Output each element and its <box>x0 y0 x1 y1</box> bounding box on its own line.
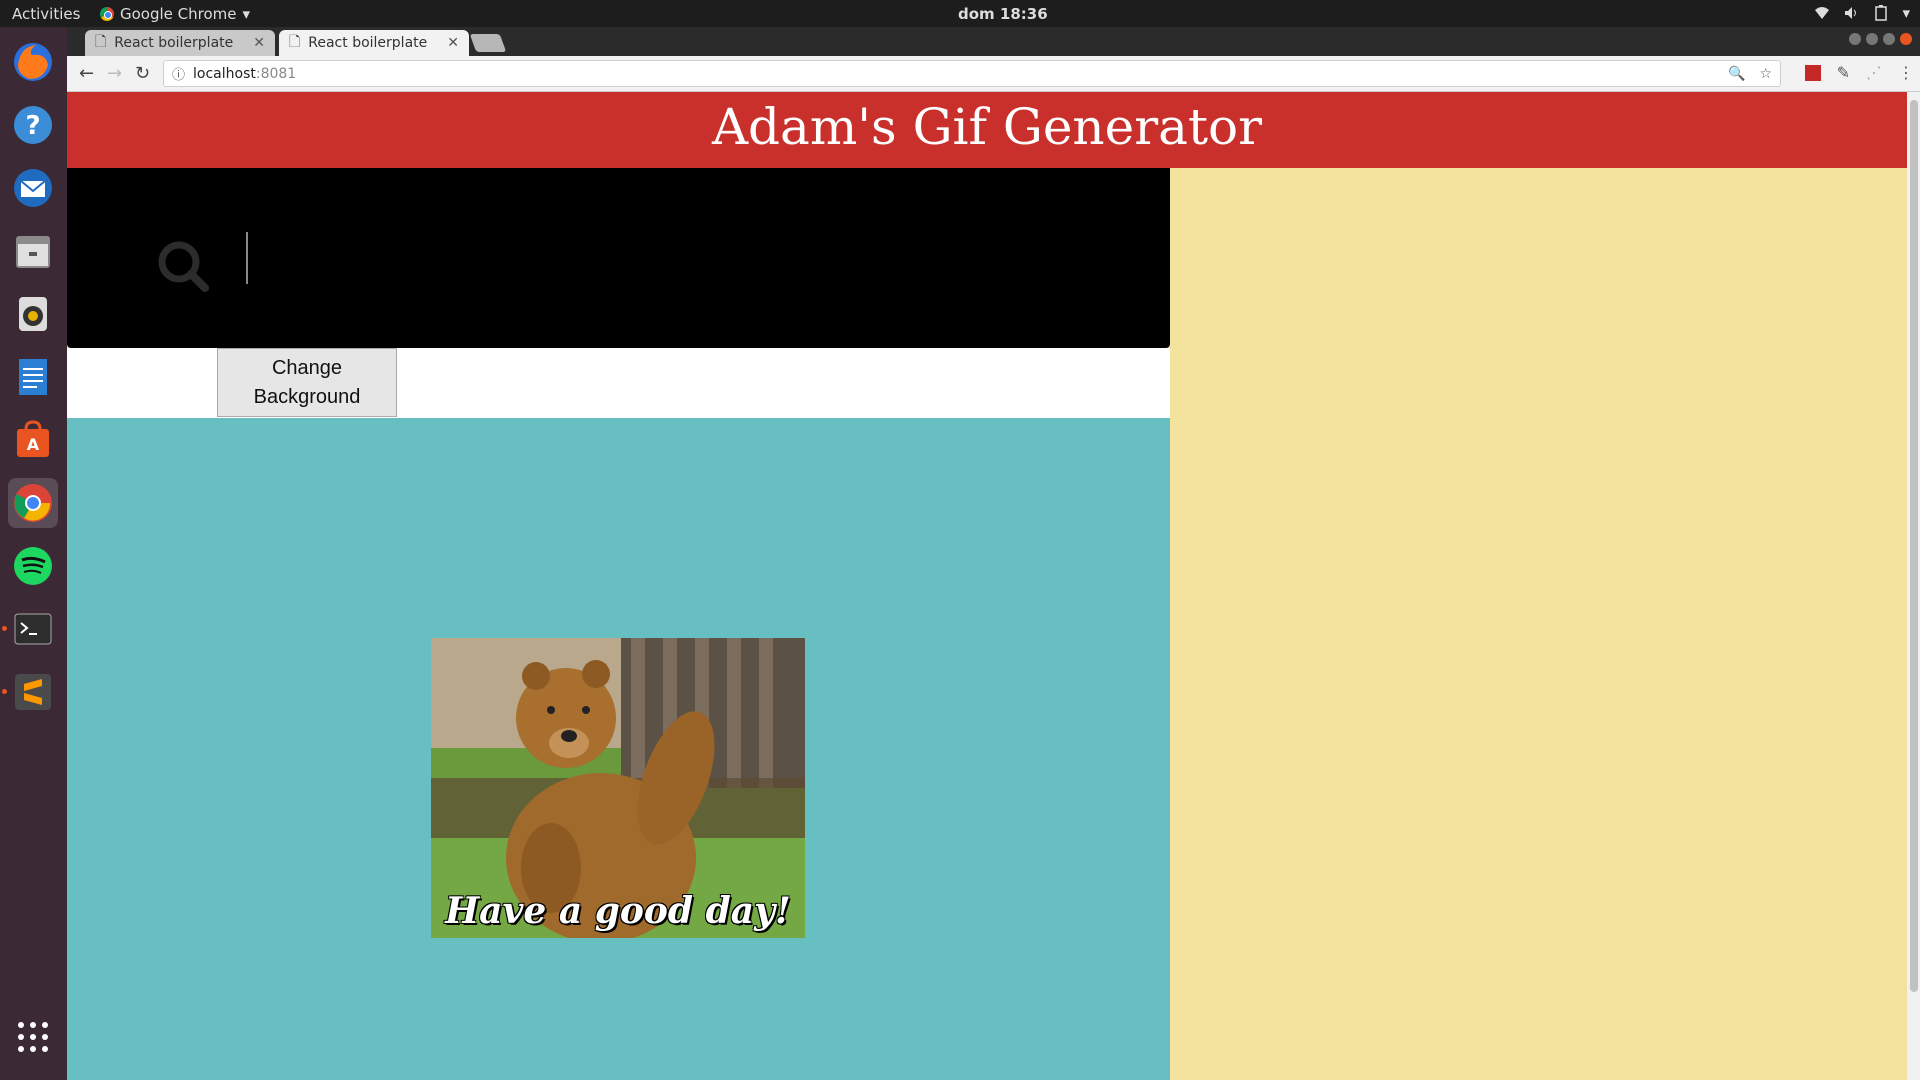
window-controls <box>1849 33 1912 45</box>
page-title: Adam's Gif Generator <box>711 98 1263 156</box>
gif-area: Have a good day! <box>67 418 1170 1080</box>
zoom-icon[interactable]: 🔍 <box>1728 66 1745 82</box>
wifi-icon <box>1815 7 1830 19</box>
system-tray[interactable]: ▾ <box>1814 4 1910 22</box>
forward-icon[interactable]: → <box>107 63 122 84</box>
running-indicator <box>2 626 7 631</box>
dock: ? A <box>0 27 67 1080</box>
back-icon[interactable]: ← <box>79 63 94 84</box>
chrome-icon[interactable] <box>8 478 58 528</box>
search-input[interactable] <box>245 228 1145 288</box>
chevron-down-icon: ▾ <box>1902 4 1910 22</box>
scrollbar-thumb[interactable] <box>1910 100 1918 992</box>
tab-react-boilerplate-2[interactable]: 🗋 React boilerplate ✕ <box>279 30 469 56</box>
tab-label: React boilerplate <box>114 35 234 51</box>
close-tab-icon[interactable]: ✕ <box>447 35 459 51</box>
menu-icon[interactable]: ⋮ <box>1898 63 1914 82</box>
svg-text:?: ? <box>25 111 40 141</box>
activities-button[interactable]: Activities <box>12 5 80 23</box>
close-tab-icon[interactable]: ✕ <box>253 35 265 51</box>
files-icon[interactable] <box>8 226 58 276</box>
clock[interactable]: dom 18:36 <box>958 5 1048 23</box>
svg-text:A: A <box>27 435 40 454</box>
firefox-icon[interactable] <box>8 37 58 87</box>
text-caret <box>246 232 248 284</box>
page-icon: 🗋 <box>289 34 301 50</box>
terminal-icon[interactable] <box>2 604 58 654</box>
extension-icon[interactable] <box>1804 64 1821 81</box>
app-menu-label: Google Chrome <box>120 5 237 23</box>
app-header: Adam's Gif Generator <box>67 92 1907 168</box>
system-top-bar: Activities Google Chrome ▾ dom 18:36 ▾ <box>0 0 1920 27</box>
thunderbird-icon[interactable] <box>8 163 58 213</box>
url-host: localhost <box>193 65 256 82</box>
close-window-icon[interactable] <box>1900 33 1912 45</box>
tab-strip: 🗋 React boilerplate ✕ 🗋 React boilerplat… <box>67 27 1920 56</box>
address-bar[interactable]: ⓘ localhost:8081 🔍 ☆ <box>163 60 1781 87</box>
page-scrollbar[interactable] <box>1907 92 1920 1080</box>
sublime-text-icon[interactable] <box>2 667 58 717</box>
app-grid-icon[interactable] <box>8 1012 58 1062</box>
chevron-down-icon: ▾ <box>242 5 251 23</box>
software-center-icon[interactable]: A <box>8 415 58 465</box>
page-icon: 🗋 <box>95 34 107 50</box>
app-menu[interactable]: Google Chrome ▾ <box>100 5 250 23</box>
gif-image: Have a good day! <box>431 638 805 938</box>
extension-icon[interactable]: ⋰ <box>1866 63 1882 82</box>
button-row: Change Background <box>67 348 1170 418</box>
rhythmbox-icon[interactable] <box>8 289 58 339</box>
writer-icon[interactable] <box>8 352 58 402</box>
reload-icon[interactable]: ↻ <box>135 63 150 84</box>
help-icon[interactable]: ? <box>8 100 58 150</box>
change-background-button[interactable]: Change Background <box>217 348 397 417</box>
eyedropper-icon[interactable]: ✎ <box>1837 63 1850 82</box>
extension-icons: ✎ ⋰ ⋮ <box>1804 63 1914 82</box>
user-icon[interactable] <box>1849 33 1861 45</box>
search-icon <box>158 241 209 292</box>
chrome-icon <box>100 7 114 21</box>
info-icon[interactable]: ⓘ <box>172 64 185 83</box>
maximize-icon[interactable] <box>1883 33 1895 45</box>
star-icon[interactable]: ☆ <box>1759 66 1772 82</box>
minimize-icon[interactable] <box>1866 33 1878 45</box>
gif-caption: Have a good day! <box>445 890 791 932</box>
browser-toolbar: ← → ↻ ⓘ localhost:8081 🔍 ☆ ✎ ⋰ ⋮ <box>67 56 1920 92</box>
new-tab-button[interactable] <box>469 34 507 52</box>
url-port: :8081 <box>255 65 297 82</box>
running-indicator <box>2 689 7 694</box>
spotify-icon[interactable] <box>8 541 58 591</box>
battery-icon <box>1875 5 1888 21</box>
tab-react-boilerplate-1[interactable]: 🗋 React boilerplate ✕ <box>85 30 275 56</box>
tab-label: React boilerplate <box>308 35 428 51</box>
volume-icon <box>1845 7 1857 19</box>
search-bar <box>67 168 1170 348</box>
page-viewport: Adam's Gif Generator Change Background H… <box>67 92 1907 1080</box>
